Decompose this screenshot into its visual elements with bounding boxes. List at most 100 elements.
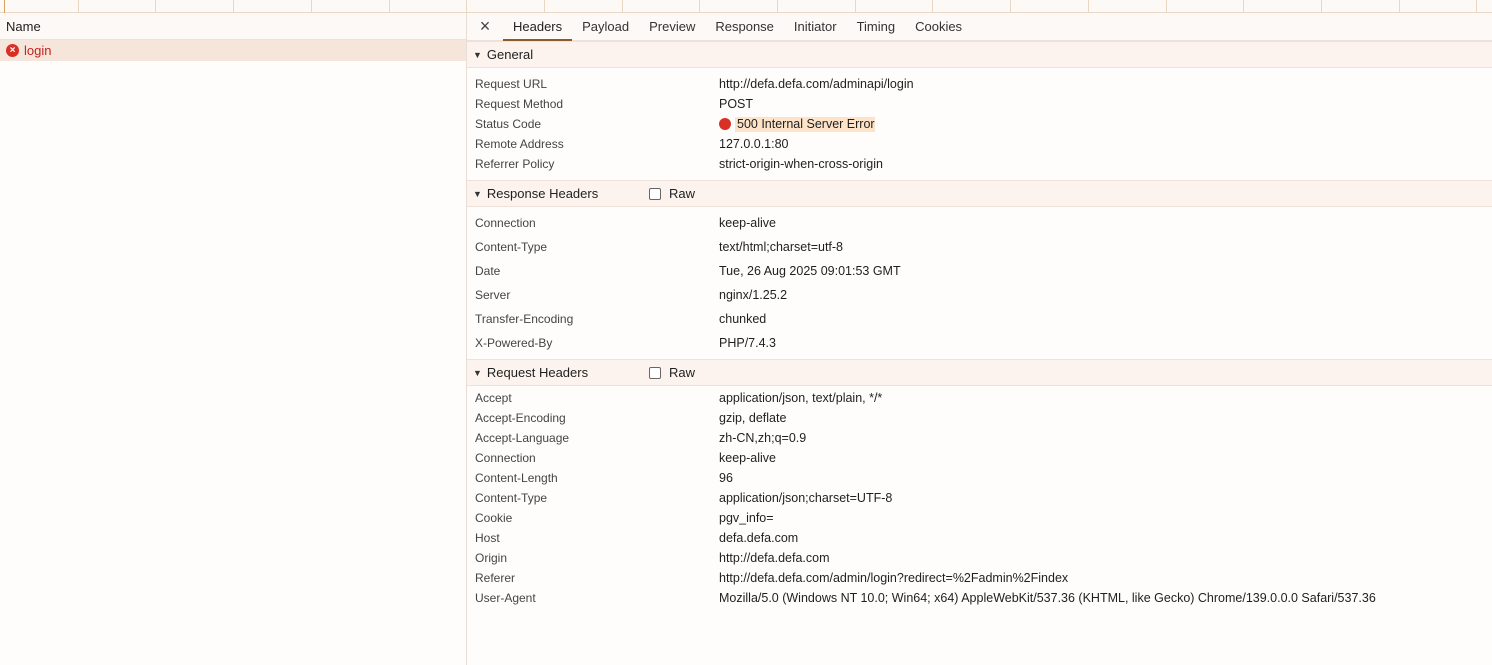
- tab-headers[interactable]: Headers: [503, 13, 573, 41]
- kv-row: Connection keep-alive: [467, 448, 1492, 468]
- header-value[interactable]: keep-alive: [719, 451, 776, 465]
- header-value[interactable]: http://defa.defa.com/adminapi/login: [719, 77, 914, 91]
- header-key: Content-Length: [475, 471, 558, 485]
- request-headers-section: Accept application/json, text/plain, */*…: [467, 386, 1492, 608]
- header-value[interactable]: chunked: [719, 312, 766, 326]
- raw-checkbox[interactable]: [649, 187, 661, 200]
- close-icon[interactable]: ×: [467, 13, 503, 40]
- timeline-marker: [4, 0, 5, 13]
- request-details-pane: × Headers Payload Preview Response Initi…: [467, 13, 1492, 665]
- raw-toggle[interactable]: Raw: [649, 365, 695, 380]
- raw-label: Raw: [669, 365, 696, 380]
- kv-row: Request URL http://defa.defa.com/adminap…: [467, 74, 1492, 94]
- kv-row: Accept-Language zh-CN,zh;q=0.9: [467, 428, 1492, 448]
- header-value[interactable]: POST: [719, 97, 753, 111]
- header-key: Request Method: [475, 97, 564, 111]
- header-value[interactable]: application/json;charset=UTF-8: [719, 491, 892, 505]
- section-title: Request Headers: [486, 365, 589, 380]
- header-value[interactable]: strict-origin-when-cross-origin: [719, 157, 883, 171]
- timeline-tick: [233, 0, 234, 13]
- header-key: Remote Address: [475, 137, 564, 151]
- timeline-tick: [1088, 0, 1089, 13]
- status-text: 500 Internal Server Error: [735, 117, 875, 132]
- kv-row: Content-Type application/json;charset=UT…: [467, 488, 1492, 508]
- request-row-login[interactable]: × login: [0, 40, 466, 61]
- header-value[interactable]: http://defa.defa.com/admin/login?redirec…: [719, 571, 1068, 585]
- kv-row: Connection keep-alive: [467, 211, 1492, 235]
- kv-row: Content-Type text/html;charset=utf-8: [467, 235, 1492, 259]
- header-value[interactable]: nginx/1.25.2: [719, 288, 787, 302]
- header-key: Accept-Encoding: [475, 411, 566, 425]
- kv-row: Referrer Policy strict-origin-when-cross…: [467, 154, 1492, 174]
- kv-row: X-Powered-By PHP/7.4.3: [467, 331, 1492, 355]
- kv-row: Cookie pgv_info=: [467, 508, 1492, 528]
- tab-response[interactable]: Response: [705, 13, 784, 40]
- triangle-down-icon: ▼: [473, 367, 482, 378]
- header-value[interactable]: Tue, 26 Aug 2025 09:01:53 GMT: [719, 264, 901, 278]
- name-column-header[interactable]: Name: [0, 13, 466, 40]
- raw-checkbox[interactable]: [649, 366, 661, 379]
- header-key: User-Agent: [475, 591, 536, 605]
- timeline-tick: [78, 0, 79, 13]
- tab-preview[interactable]: Preview: [639, 13, 705, 40]
- kv-row: Remote Address 127.0.0.1:80: [467, 134, 1492, 154]
- header-key: Date: [475, 264, 501, 278]
- header-value[interactable]: defa.defa.com: [719, 531, 798, 545]
- header-value[interactable]: Mozilla/5.0 (Windows NT 10.0; Win64; x64…: [719, 591, 1376, 605]
- general-section: Request URL http://defa.defa.com/adminap…: [467, 68, 1492, 180]
- tab-cookies[interactable]: Cookies: [905, 13, 972, 40]
- header-key: Content-Type: [475, 491, 548, 505]
- header-key: Content-Type: [475, 240, 548, 254]
- response-headers-section-header[interactable]: ▼ Response Headers Raw: [467, 180, 1492, 207]
- kv-row: Accept application/json, text/plain, */*: [467, 388, 1492, 408]
- kv-row: Content-Length 96: [467, 468, 1492, 488]
- timeline-overview[interactable]: [0, 0, 1492, 13]
- header-key: Origin: [475, 551, 508, 565]
- timeline-tick: [466, 0, 467, 13]
- error-icon: ×: [6, 44, 19, 57]
- details-tabbar: × Headers Payload Preview Response Initi…: [467, 13, 1492, 41]
- request-list-pane: Name × login: [0, 13, 467, 665]
- general-section-header[interactable]: ▼ General: [467, 41, 1492, 68]
- header-value[interactable]: 127.0.0.1:80: [719, 137, 789, 151]
- timeline-tick: [1010, 0, 1011, 13]
- timeline-tick: [544, 0, 545, 13]
- tab-timing[interactable]: Timing: [847, 13, 906, 40]
- request-name: login: [24, 43, 52, 58]
- timeline-tick: [699, 0, 700, 13]
- header-value[interactable]: keep-alive: [719, 216, 776, 230]
- header-key: Cookie: [475, 511, 513, 525]
- header-key: Host: [475, 531, 500, 545]
- tab-payload[interactable]: Payload: [572, 13, 639, 40]
- header-value[interactable]: zh-CN,zh;q=0.9: [719, 431, 806, 445]
- kv-row: Request Method POST: [467, 94, 1492, 114]
- header-value[interactable]: pgv_info=: [719, 511, 774, 525]
- timeline-tick: [1321, 0, 1322, 13]
- header-value[interactable]: PHP/7.4.3: [719, 336, 776, 350]
- status-error-icon: [719, 118, 731, 130]
- header-value[interactable]: application/json, text/plain, */*: [719, 391, 882, 405]
- tab-initiator[interactable]: Initiator: [784, 13, 847, 40]
- header-key: Transfer-Encoding: [475, 312, 574, 326]
- header-value[interactable]: gzip, deflate: [719, 411, 786, 425]
- header-value[interactable]: text/html;charset=utf-8: [719, 240, 843, 254]
- timeline-tick: [155, 0, 156, 13]
- raw-toggle[interactable]: Raw: [649, 186, 695, 201]
- header-key: X-Powered-By: [475, 336, 553, 350]
- kv-row: Date Tue, 26 Aug 2025 09:01:53 GMT: [467, 259, 1492, 283]
- timeline-tick: [932, 0, 933, 13]
- timeline-tick: [311, 0, 312, 13]
- header-key: Server: [475, 288, 511, 302]
- timeline-tick: [855, 0, 856, 13]
- triangle-down-icon: ▼: [473, 49, 482, 60]
- timeline-tick: [1243, 0, 1244, 13]
- kv-row: User-Agent Mozilla/5.0 (Windows NT 10.0;…: [467, 588, 1492, 608]
- header-value[interactable]: 96: [719, 471, 733, 485]
- header-key: Connection: [475, 216, 536, 230]
- kv-row: Status Code 500 Internal Server Error: [467, 114, 1492, 134]
- section-title: Response Headers: [486, 186, 599, 201]
- status-code-value[interactable]: 500 Internal Server Error: [719, 117, 875, 132]
- request-headers-section-header[interactable]: ▼ Request Headers Raw: [467, 359, 1492, 386]
- header-value[interactable]: http://defa.defa.com: [719, 551, 830, 565]
- raw-label: Raw: [669, 186, 696, 201]
